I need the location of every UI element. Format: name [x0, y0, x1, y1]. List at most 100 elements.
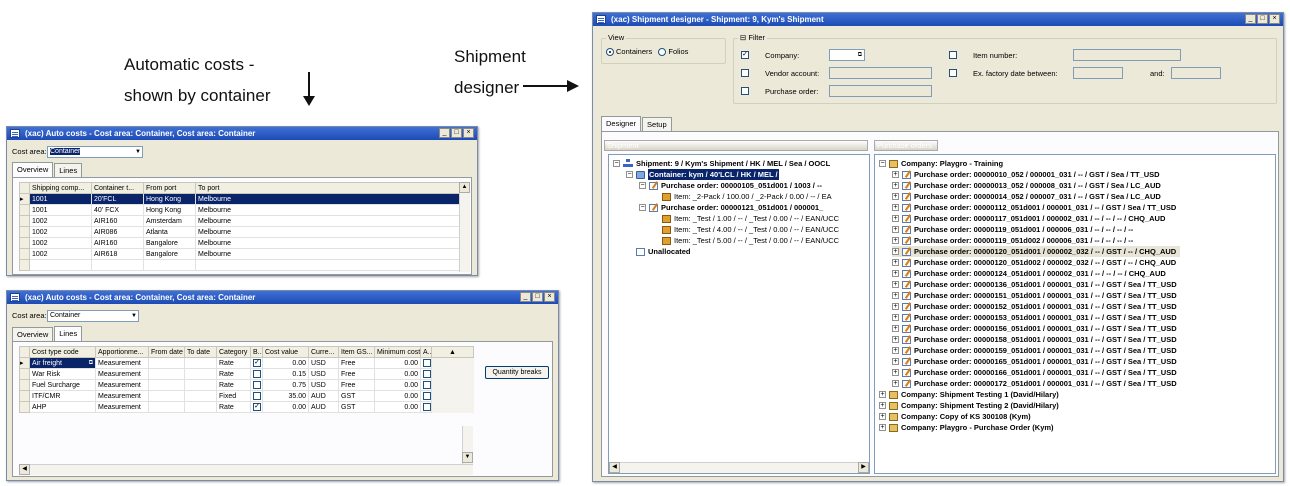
company-checkbox[interactable]: ✓ [741, 51, 749, 59]
cost-area-select[interactable]: Container ▼ [47, 310, 139, 322]
table-cell[interactable]: 0.00 [374, 390, 421, 402]
ex-factory-to-field[interactable] [1171, 67, 1221, 79]
shipment-tree-node[interactable]: Item: _2-Pack / 100.00 / _2-Pack / 0.00 … [662, 191, 832, 202]
table-cell[interactable]: Rate [216, 357, 251, 369]
row-indicator[interactable] [19, 401, 30, 413]
table-row[interactable]: War Risk Measurement Rate 0.15 USD Free 0.00 [19, 368, 474, 380]
table-cell[interactable]: Rate [216, 368, 251, 380]
lookup-icon[interactable]: ⧉ [858, 50, 862, 60]
company-node[interactable]: + Company: Shipment Testing 2 (David/Hila… [879, 400, 1059, 411]
minimize-button[interactable]: _ [1245, 14, 1256, 24]
table-cell[interactable]: 1002 [29, 248, 92, 260]
table-row[interactable]: 1001 40' FCX Hong Kong Melbourne [19, 204, 460, 216]
expand-icon[interactable]: + [892, 215, 899, 222]
collapse-icon[interactable]: − [879, 160, 886, 167]
table-cell[interactable]: Measurement [95, 390, 149, 402]
horizontal-scrollbar[interactable]: ◀ ▶ [609, 462, 869, 473]
table-cell[interactable]: Fuel Surcharge [29, 379, 96, 391]
table-cell[interactable] [148, 379, 185, 391]
tab-overview[interactable]: Overview [12, 327, 54, 341]
vendor-checkbox[interactable] [741, 69, 749, 77]
shipment-tree-node[interactable]: − Purchase order: 00000121_051d001 / 0000… [639, 202, 823, 213]
checkbox[interactable]: ✓ [253, 359, 261, 367]
purchase-order-node[interactable]: + Purchase order: 00000120_051d002 / 0000… [892, 257, 1176, 268]
row-indicator[interactable] [19, 390, 30, 402]
table-row[interactable]: ITF/CMR Measurement Fixed 35.00 AUD GST 0.00 [19, 390, 474, 402]
row-indicator[interactable] [19, 215, 30, 227]
column-header[interactable]: Shipping comp... [29, 182, 92, 194]
tab-setup[interactable]: Setup [642, 117, 672, 131]
table-cell[interactable] [148, 368, 185, 380]
table-cell[interactable]: ITF/CMR [29, 390, 96, 402]
table-cell[interactable]: AHP [29, 401, 96, 413]
table-cell[interactable]: 1002 [29, 237, 92, 249]
shipment-tree-node[interactable]: Item: _Test / 5.00 / -- / _Test / 0.00 /… [662, 235, 839, 246]
collapse-icon[interactable]: − [639, 204, 646, 211]
purchase-order-node[interactable]: + Purchase order: 00000158_051d001 / 0000… [892, 334, 1177, 345]
table-cell[interactable]: Bangalore [143, 237, 196, 249]
table-cell[interactable]: 0.00 [374, 401, 421, 413]
expand-icon[interactable]: + [892, 292, 899, 299]
checkbox[interactable] [423, 381, 431, 389]
b-checkbox-cell[interactable]: ✓ [250, 357, 263, 369]
table-cell[interactable]: War Risk [29, 368, 96, 380]
purchase-order-node[interactable]: + Purchase order: 00000153_051d001 / 0000… [892, 312, 1177, 323]
table-cell[interactable] [184, 357, 217, 369]
close-button[interactable]: × [463, 128, 474, 138]
expand-icon[interactable]: + [892, 193, 899, 200]
vertical-scrollbar[interactable]: ▲ [459, 182, 470, 272]
column-header[interactable]: Minimum cost [374, 346, 421, 358]
table-cell[interactable]: 0.00 [262, 401, 309, 413]
checkbox[interactable] [423, 359, 431, 367]
purchase-order-node[interactable]: + Purchase order: 00000013_052 / 000008_0… [892, 180, 1161, 191]
scroll-up-arrow[interactable]: ▲ [459, 182, 470, 193]
checkbox[interactable] [423, 370, 431, 378]
table-row[interactable]: AHP Measurement Rate ✓ 0.00 AUD GST 0.00 [19, 401, 474, 413]
quantity-breaks-button[interactable]: Quantity breaks [485, 366, 549, 379]
item-number-field[interactable] [1073, 49, 1181, 61]
containers-radio[interactable] [606, 48, 614, 57]
purchase-order-node[interactable]: + Purchase order: 00000172_051d001 / 0000… [892, 378, 1177, 389]
row-indicator[interactable] [19, 237, 30, 249]
table-cell[interactable]: Melbourne [195, 248, 460, 260]
a-checkbox-cell[interactable] [420, 379, 432, 391]
column-header[interactable]: Cost type code [29, 346, 96, 358]
table-cell[interactable] [184, 379, 217, 391]
expand-icon[interactable]: + [892, 248, 899, 255]
maximize-button[interactable]: □ [532, 292, 543, 302]
table-cell[interactable]: Rate [216, 379, 251, 391]
table-cell[interactable]: 1002 [29, 215, 92, 227]
cost-area-select[interactable]: Container ▼ [47, 146, 143, 158]
row-indicator[interactable]: ▸ [19, 193, 30, 205]
table-cell[interactable] [148, 357, 185, 369]
table-cell[interactable]: Measurement [95, 401, 149, 413]
shipment-tree-node[interactable]: − Container: kym / 40'LCL / HK / MEL / [626, 169, 779, 180]
minimize-button[interactable]: _ [520, 292, 531, 302]
column-header[interactable]: Category [216, 346, 251, 358]
expand-icon[interactable]: + [892, 303, 899, 310]
table-cell[interactable] [184, 368, 217, 380]
checkbox[interactable] [253, 370, 261, 378]
expand-icon[interactable]: + [892, 204, 899, 211]
table-cell[interactable]: Air freight ⧉ [29, 357, 96, 369]
title-bar[interactable]: (xac) Shipment designer - Shipment: 9, K… [593, 13, 1283, 26]
table-cell[interactable]: 0.00 [374, 368, 421, 380]
a-checkbox-cell[interactable] [420, 368, 432, 380]
shipment-tree-node[interactable]: Item: _Test / 4.00 / -- / _Test / 0.00 /… [662, 224, 839, 235]
purchase-order-node[interactable]: + Purchase order: 00000112_051d001 / 0000… [892, 202, 1176, 213]
table-cell[interactable]: AUD [308, 390, 339, 402]
ex-factory-checkbox[interactable] [949, 69, 957, 77]
expand-icon[interactable]: + [892, 380, 899, 387]
maximize-button[interactable]: □ [451, 128, 462, 138]
checkbox[interactable] [423, 392, 431, 400]
purchase-order-node[interactable]: + Purchase order: 00000124_051d001 / 0000… [892, 268, 1166, 279]
purchase-order-node[interactable]: + Purchase order: 00000159_051d001 / 0000… [892, 345, 1177, 356]
po-checkbox[interactable] [741, 87, 749, 95]
column-header[interactable]: Curre... [308, 346, 339, 358]
purchase-order-node[interactable]: + Purchase order: 00000010_052 / 000001_0… [892, 169, 1160, 180]
scroll-left-arrow[interactable]: ◀ [609, 462, 620, 473]
vertical-scrollbar[interactable]: ▼ [462, 426, 473, 464]
purchase-order-node[interactable]: + Purchase order: 00000136_051d001 / 0000… [892, 279, 1177, 290]
table-row[interactable]: 1002 AIR160 Amsterdam Melbourne [19, 215, 460, 227]
item-number-checkbox[interactable] [949, 51, 957, 59]
